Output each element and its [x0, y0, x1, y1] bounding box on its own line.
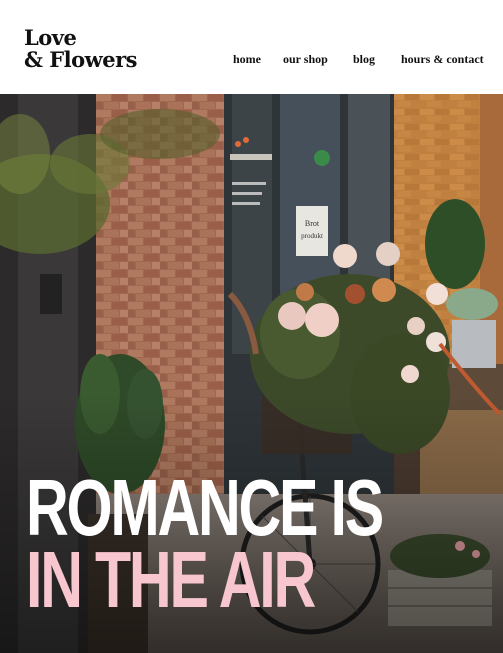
- svg-text:Brot: Brot: [305, 219, 320, 228]
- brand-line-1: Love: [24, 25, 77, 50]
- hero-banner: Brot produkt ROMANCE IS IN THE AIR: [0, 94, 503, 653]
- nav-our-shop[interactable]: our shop: [283, 52, 328, 67]
- nav-home[interactable]: home: [233, 52, 261, 67]
- main-nav: home our shop blog hours & contact: [0, 52, 503, 68]
- nav-blog[interactable]: blog: [353, 52, 375, 67]
- svg-text:produkt: produkt: [301, 232, 323, 240]
- site-header: Love & Flowers home our shop blog hours …: [0, 0, 503, 94]
- hero-headline-line-2: IN THE AIR: [26, 535, 316, 624]
- hero-headline-line-1: ROMANCE IS: [26, 463, 384, 552]
- nav-hours-contact[interactable]: hours & contact: [401, 52, 484, 67]
